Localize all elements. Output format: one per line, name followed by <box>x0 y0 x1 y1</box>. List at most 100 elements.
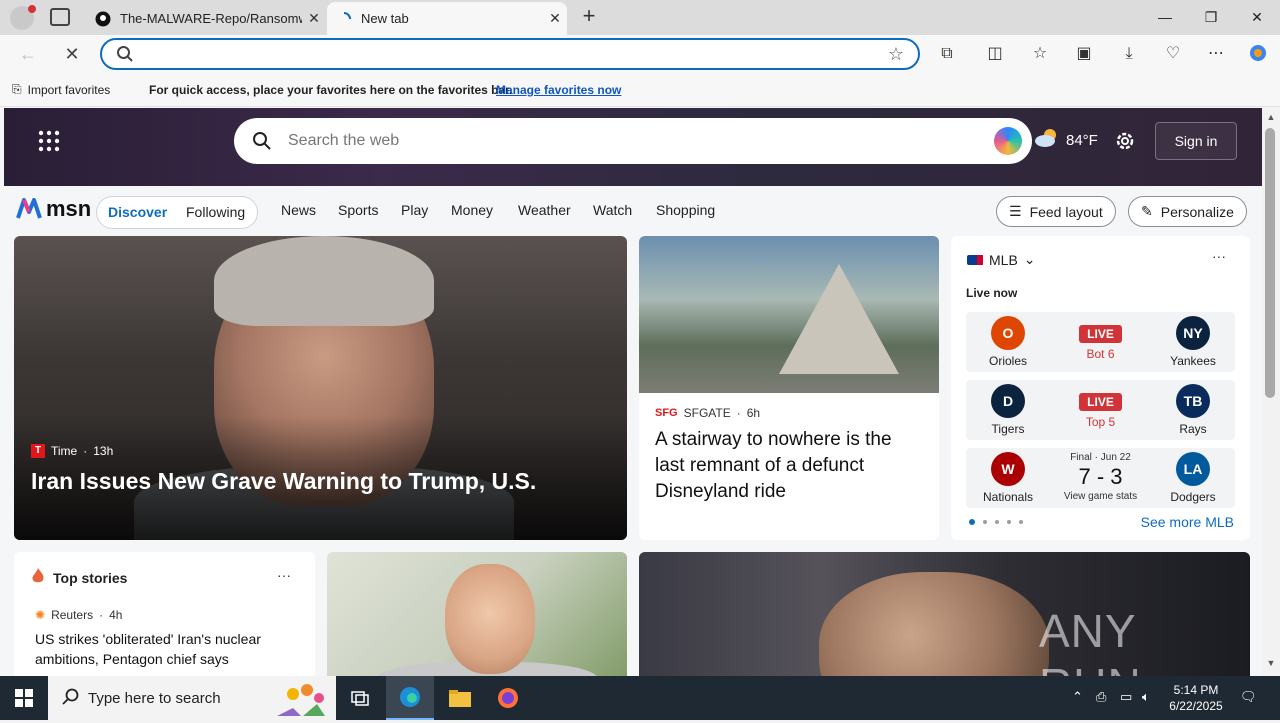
firefox-icon <box>498 688 518 708</box>
story-headline[interactable]: A stairway to nowhere is the last remnan… <box>655 427 925 505</box>
weather-widget[interactable]: 84°F <box>1034 128 1098 152</box>
browser-essentials-icon[interactable]: ♡ <box>1161 43 1185 65</box>
import-icon: ⎘ <box>12 82 22 96</box>
image-story-card[interactable] <box>327 552 627 676</box>
nav-news[interactable]: News <box>281 202 316 218</box>
carousel-dot[interactable] <box>983 520 987 524</box>
tab-actions-icon[interactable] <box>50 8 70 26</box>
team-right: NY Yankees <box>1151 312 1235 372</box>
settings-gear-icon[interactable] <box>1114 130 1136 157</box>
carousel-dot[interactable] <box>995 520 999 524</box>
minimize-button[interactable]: — <box>1142 0 1188 35</box>
game-row[interactable]: W Nationals Final · Jun 22 7 - 3 View ga… <box>966 448 1235 508</box>
restore-button[interactable]: ❐ <box>1188 0 1234 35</box>
feed-layout-label: Feed layout <box>1029 203 1103 220</box>
carousel-dot-active[interactable] <box>969 519 975 525</box>
carousel-dots[interactable] <box>969 519 1023 525</box>
system-clock[interactable]: 5:14 PM 6/22/2025 <box>1160 682 1232 714</box>
msn-page: Search the web 84°F Sign in msn Discover… <box>0 108 1262 676</box>
close-window-button[interactable]: ✕ <box>1234 0 1280 35</box>
carousel-dot[interactable] <box>1019 520 1023 524</box>
close-tab-icon[interactable]: ✕ <box>543 10 567 27</box>
favorites-icon[interactable]: ☆ <box>1028 43 1052 65</box>
story-age: 6h <box>746 406 761 420</box>
start-button[interactable] <box>0 676 48 720</box>
msn-logo[interactable]: msn <box>16 196 91 222</box>
copilot-icon[interactable] <box>994 127 1022 155</box>
game-row[interactable]: D Tigers LIVE Top 5 TB Rays <box>966 380 1235 440</box>
apps-grid-icon[interactable] <box>38 130 60 157</box>
team-left: W Nationals <box>966 448 1050 508</box>
meet-now-icon[interactable]: ⎙ <box>1096 689 1106 705</box>
collections-icon[interactable]: ▣ <box>1072 43 1096 65</box>
game-row[interactable]: O Orioles LIVE Bot 6 NY Yankees <box>966 312 1235 372</box>
task-view-button[interactable] <box>336 676 384 720</box>
team-left: D Tigers <box>966 380 1050 440</box>
close-tab-icon[interactable]: ✕ <box>302 10 326 27</box>
favorites-hint: For quick access, place your favorites h… <box>149 83 513 97</box>
image-story-card[interactable]: ANY RUN <box>639 552 1250 676</box>
edge-taskbar-button[interactable] <box>386 676 434 720</box>
back-button[interactable]: ← <box>14 41 42 67</box>
tab-github[interactable]: The-MALWARE-Repo/Ransomwar ✕ <box>86 2 326 35</box>
notifications-icon[interactable]: 🗨︎ <box>1240 689 1257 705</box>
scroll-up-arrow[interactable]: ▲ <box>1264 112 1278 122</box>
search-placeholder: Search the web <box>288 132 400 149</box>
carousel-dot[interactable] <box>1007 520 1011 524</box>
address-bar[interactable]: ☆ <box>100 38 920 70</box>
web-search-box[interactable]: Search the web <box>234 118 1032 164</box>
game-status: Final · Jun 22 7 - 3 View game stats <box>1050 448 1151 508</box>
search-icon <box>116 45 134 68</box>
more-options-icon[interactable]: ··· <box>1212 248 1226 264</box>
copilot-icon[interactable] <box>1246 43 1270 65</box>
story-source: T Time · 13h <box>31 444 113 458</box>
new-tab-button[interactable]: + <box>576 4 602 30</box>
tab-new-tab[interactable]: New tab ✕ <box>327 2 567 35</box>
source-name: SFGATE <box>683 406 731 420</box>
live-now-label: Live now <box>966 286 1018 300</box>
scroll-down-arrow[interactable]: ▼ <box>1264 658 1278 668</box>
nav-watch[interactable]: Watch <box>593 202 632 218</box>
nav-money[interactable]: Money <box>451 202 493 218</box>
source-name: Reuters <box>51 608 94 622</box>
see-more-mlb-link[interactable]: See more MLB <box>1141 514 1234 530</box>
favorite-star-icon[interactable]: ☆ <box>888 44 904 65</box>
stop-loading-button[interactable]: ✕ <box>58 41 86 67</box>
hero-story-card[interactable]: T Time · 13h Iran Issues New Grave Warni… <box>14 236 627 540</box>
tab-following[interactable]: Following <box>186 204 245 220</box>
feed-layout-button[interactable]: ☰ Feed layout <box>996 196 1116 227</box>
volume-icon[interactable]: 🔈︎ <box>1142 689 1150 705</box>
scrollbar-thumb[interactable] <box>1265 128 1275 398</box>
mlb-header[interactable]: MLB ⌄ <box>967 251 1036 268</box>
more-options-icon[interactable]: ⋯ <box>1204 43 1228 65</box>
file-explorer-button[interactable] <box>436 676 484 720</box>
more-options-icon[interactable]: ··· <box>277 567 291 583</box>
personalize-button[interactable]: ✎ Personalize <box>1128 196 1247 227</box>
view-game-stats-link[interactable]: View game stats <box>1050 491 1151 502</box>
team-name: Dodgers <box>1170 490 1216 504</box>
nav-shopping[interactable]: Shopping <box>656 202 715 218</box>
nav-sports[interactable]: Sports <box>338 202 378 218</box>
downloads-icon[interactable]: ⤓ <box>1117 43 1141 65</box>
nav-weather[interactable]: Weather <box>518 202 571 218</box>
nav-play[interactable]: Play <box>401 202 428 218</box>
tab-discover[interactable]: Discover <box>108 204 167 220</box>
manage-favorites-link[interactable]: Manage favorites now <box>496 83 621 97</box>
split-screen-icon[interactable]: ◫ <box>983 43 1007 65</box>
taskbar-search-box[interactable]: Type here to search <box>48 676 336 720</box>
extensions-icon[interactable]: ⧉ <box>935 43 959 65</box>
network-icon[interactable]: ▭ <box>1120 689 1132 705</box>
story-source: SFG SFGATE · 6h <box>655 406 760 420</box>
import-favorites-button[interactable]: ⎘ Import favorites <box>12 82 110 97</box>
story-headline[interactable]: Iran Issues New Grave Warning to Trump, … <box>31 468 536 495</box>
title-bar: The-MALWARE-Repo/Ransomwar ✕ New tab ✕ +… <box>0 0 1280 35</box>
story-headline[interactable]: US strikes 'obliterated' Iran's nuclear … <box>35 629 297 669</box>
side-story-card[interactable]: SFG SFGATE · 6h A stairway to nowhere is… <box>639 236 939 540</box>
inning: Top 5 <box>1085 415 1116 429</box>
show-hidden-icons-chevron-icon[interactable]: ⌃ <box>1072 689 1083 705</box>
yankees-logo-icon: NY <box>1176 316 1210 350</box>
firefox-taskbar-button[interactable] <box>484 676 532 720</box>
sign-in-button[interactable]: Sign in <box>1155 122 1237 160</box>
msn-nav: msn Discover Following News Sports Play … <box>0 188 1262 236</box>
team-left: O Orioles <box>966 312 1050 372</box>
